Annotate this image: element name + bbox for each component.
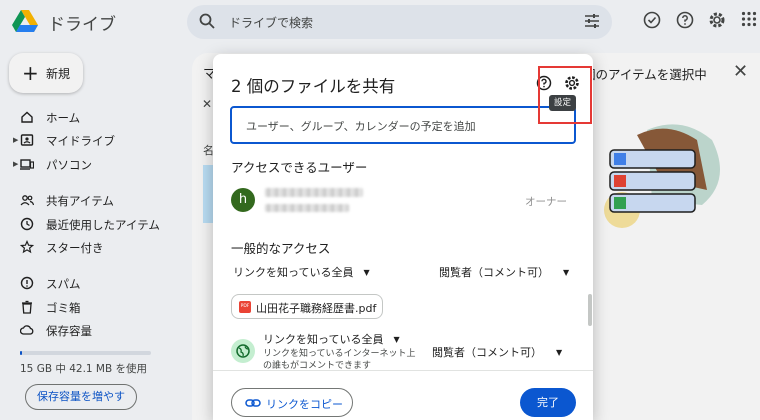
general-access-dropdown[interactable]: リンクを知っている全員 ▼ <box>233 264 370 280</box>
dialog-scrollbar[interactable] <box>588 294 592 326</box>
owner-label: オーナー <box>525 196 567 208</box>
general-role-value: 閲覧者（コメント可） <box>439 266 549 279</box>
redacted-user-name <box>265 188 363 197</box>
dialog-footer: リンクをコピー 完了 <box>213 370 593 420</box>
avatar: h <box>231 188 255 212</box>
general-role-dropdown[interactable]: 閲覧者（コメント可） ▼ <box>439 264 569 280</box>
file-chip[interactable]: PDF 山田花子職務経歴書.pdf <box>231 294 383 319</box>
file-role-value: 閲覧者（コメント可） <box>432 346 542 359</box>
add-people-input[interactable]: ユーザー、グループ、カレンダーの予定を追加 <box>230 106 576 144</box>
copy-link-label: リンクをコピー <box>266 398 343 411</box>
globe-icon <box>231 339 255 363</box>
file-role-dropdown[interactable]: 閲覧者（コメント可） ▼ <box>432 344 562 360</box>
annotation-highlight-box <box>538 66 592 124</box>
pdf-file-icon: PDF <box>239 301 251 313</box>
general-access-value: リンクを知っている全員 <box>233 266 354 279</box>
file-access-description: リンクを知っているインターネット上の誰もがコメントできます <box>263 349 416 371</box>
redacted-user-email <box>265 204 349 212</box>
general-access-heading: 一般的なアクセス <box>231 241 331 256</box>
file-access-value: リンクを知っている全員 <box>263 333 384 346</box>
add-people-placeholder: ユーザー、グループ、カレンダーの予定を追加 <box>246 120 476 133</box>
dropdown-arrow-icon: ▼ <box>393 335 400 344</box>
people-with-access-heading: アクセスできるユーザー <box>231 160 368 175</box>
file-name: 山田花子職務経歴書.pdf <box>256 302 377 315</box>
link-icon <box>245 399 261 407</box>
dropdown-arrow-icon: ▼ <box>363 268 370 277</box>
dropdown-arrow-icon: ▼ <box>556 348 563 357</box>
done-button[interactable]: 完了 <box>520 388 576 417</box>
share-dialog: 2 個のファイルを共有 ユーザー、グループ、カレンダーの予定を追加 アクセスでき… <box>213 54 593 420</box>
file-access-dropdown[interactable]: リンクを知っている全員 ▼ <box>263 331 400 347</box>
copy-link-button[interactable]: リンクをコピー <box>231 388 353 417</box>
dialog-title: 2 個のファイルを共有 <box>231 77 396 96</box>
dropdown-arrow-icon: ▼ <box>563 268 570 277</box>
